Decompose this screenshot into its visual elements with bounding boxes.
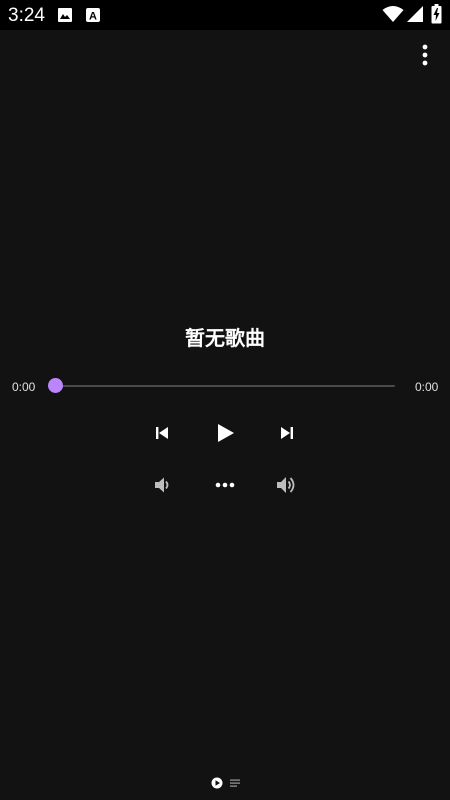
volume-down-button[interactable] [145,468,179,502]
signal-icon [406,5,424,28]
seek-bar-track[interactable] [52,385,395,387]
play-icon [218,424,234,442]
skip-previous-icon [156,427,168,439]
music-player-screen: 3:24 A 暂无歌曲 0:00 0:00 [0,0,450,800]
more-vertical-icon [422,44,428,66]
total-duration: 0:00 [415,380,439,394]
a-notification-icon: A [85,7,101,28]
elapsed-time: 0:00 [12,380,36,394]
play-button[interactable] [208,416,242,450]
previous-button[interactable] [145,416,179,450]
wifi-icon [382,5,404,28]
overflow-menu-button[interactable] [412,40,438,70]
more-horizontal-icon [215,482,235,488]
page-indicator [211,776,241,794]
page-dot-player[interactable] [211,776,223,794]
volume-up-button[interactable] [270,468,304,502]
skip-next-icon [281,427,293,439]
status-bar: 3:24 A [0,0,450,30]
battery-charging-icon [431,4,442,29]
more-options-button[interactable] [208,468,242,502]
seek-bar-thumb[interactable] [47,378,63,393]
song-title: 暂无歌曲 [185,326,265,350]
image-icon [57,7,73,28]
volume-up-icon [277,477,295,493]
lyrics-list-icon [230,779,240,787]
volume-down-icon [155,477,169,493]
svg-text:A: A [89,11,97,23]
page-dot-lyrics[interactable] [229,776,241,794]
status-time: 3:24 [8,5,45,26]
next-button[interactable] [270,416,304,450]
play-circle-icon [211,777,223,789]
